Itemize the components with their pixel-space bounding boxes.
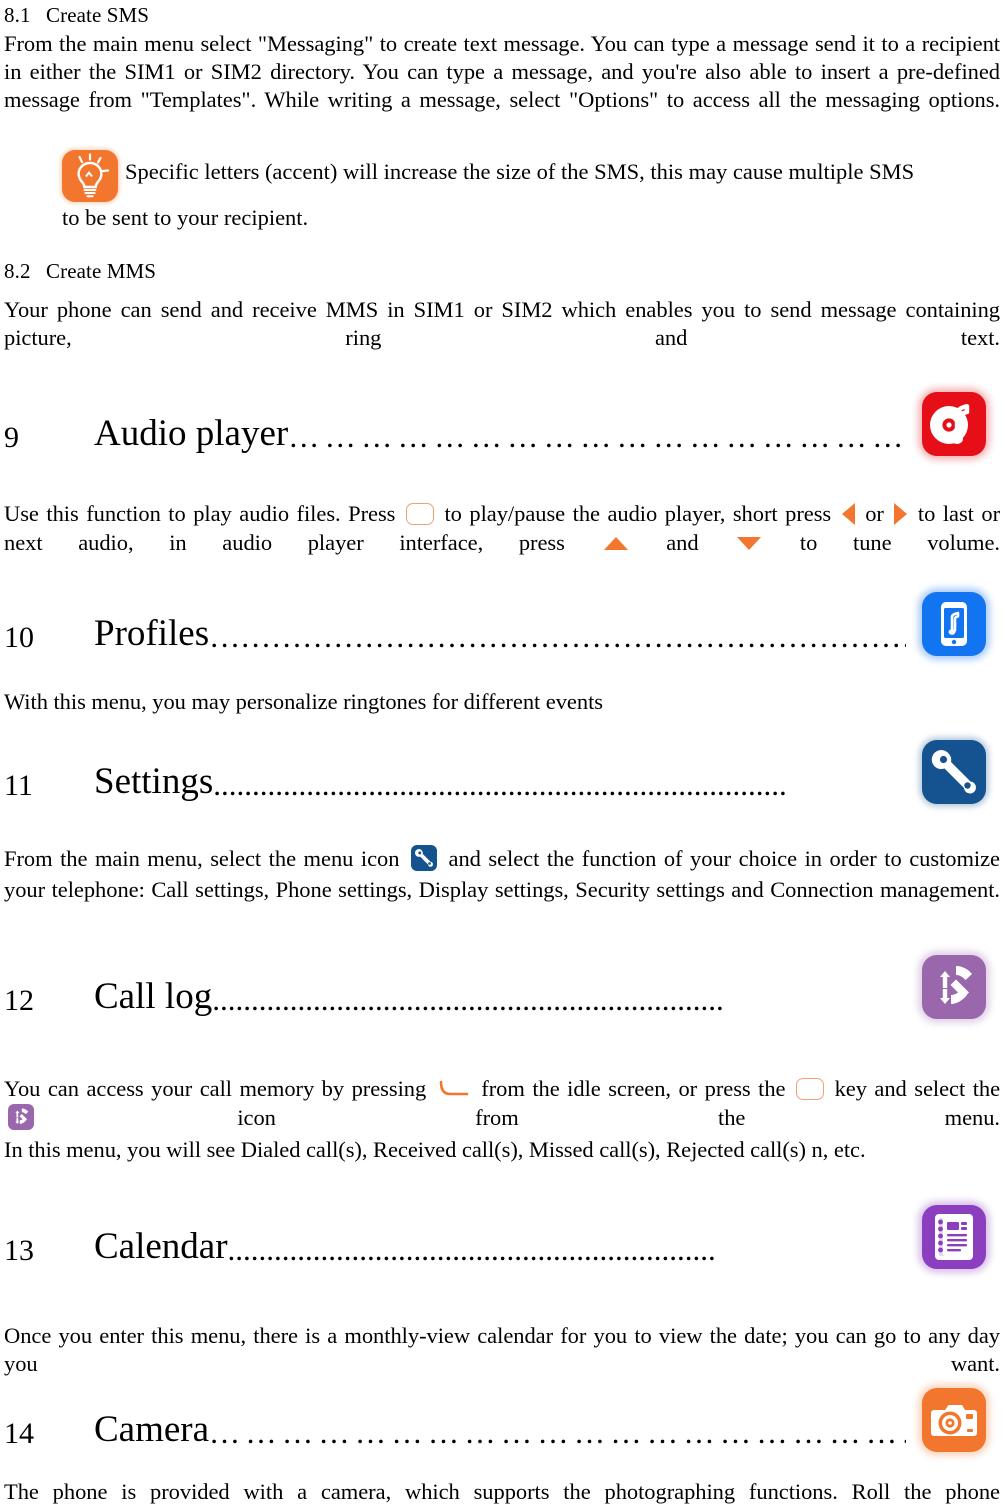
settings-body: From the main menu, select the menu icon… bbox=[0, 845, 1004, 904]
chapter-heading-calendar: 13 Calendar ............................… bbox=[2, 1205, 1002, 1269]
call-log-body-part-3: key and select the bbox=[834, 1076, 1001, 1101]
sms-tip-line-2: to be sent to your recipient. bbox=[62, 205, 309, 230]
heading-8-2-number: 8.2 bbox=[4, 259, 31, 283]
call-log-body-text-2: In this menu, you will see Dialed call(s… bbox=[4, 1137, 866, 1163]
call-log-inline-icon bbox=[8, 1104, 34, 1131]
profiles-body-text: With this menu, you may personalize ring… bbox=[4, 689, 603, 714]
mms-body-paragraph: Your phone can send and receive MMS in S… bbox=[0, 296, 1004, 352]
chapter-9-number: 9 bbox=[4, 421, 19, 454]
sms-body-text: From the main menu select "Messaging" to… bbox=[4, 31, 1000, 112]
down-arrow-glyph bbox=[737, 536, 762, 550]
chapter-9-title: Audio player bbox=[94, 413, 289, 454]
chapter-12-leader: ........................................… bbox=[212, 983, 724, 1017]
audio-body-part-3: or bbox=[865, 501, 884, 526]
camera-icon bbox=[922, 1388, 986, 1452]
section-8-1: 8.1 Create SMS bbox=[0, 2, 1004, 28]
call-log-icon bbox=[922, 955, 986, 1019]
chapter-10-icon-slot bbox=[906, 592, 1002, 656]
call-log-body-part-1: You can access your call memory by press… bbox=[4, 1076, 427, 1101]
settings-wrench-inline-icon bbox=[410, 845, 437, 872]
right-arrow-glyph bbox=[894, 503, 908, 526]
profiles-body: With this menu, you may personalize ring… bbox=[0, 688, 1004, 716]
chapter-13-icon-slot bbox=[906, 1205, 1002, 1269]
ok-key-glyph bbox=[405, 502, 434, 525]
chapter-heading-settings: 11 Settings ............................… bbox=[2, 740, 1002, 804]
chapter-13-calendar: 13 Calendar ............................… bbox=[0, 1205, 1004, 1269]
chapter-11-title: Settings bbox=[94, 761, 214, 802]
manual-page: 8.1 Create SMS From the main menu select … bbox=[0, 0, 1004, 1509]
chapter-12-call-log: 12 Call log ............................… bbox=[0, 955, 1004, 1019]
chapter-14-number: 14 bbox=[4, 1417, 34, 1450]
calendar-body: Once you enter this menu, there is a mon… bbox=[0, 1322, 1004, 1378]
up-arrow-glyph bbox=[603, 536, 628, 550]
chapter-14-icon-slot bbox=[906, 1388, 1002, 1452]
camera-body-text: The phone is provided with a camera, whi… bbox=[4, 1479, 1000, 1504]
calendar-notepad-icon bbox=[922, 1205, 986, 1269]
chapter-heading-camera: 14 Camera ………………………………………………….. bbox=[2, 1388, 1002, 1452]
chapter-12-number: 12 bbox=[4, 984, 34, 1017]
chapter-10-number: 10 bbox=[4, 621, 34, 654]
chapter-10-title: Profiles bbox=[94, 613, 210, 654]
audio-body-part-1: Use this function to play audio files. P… bbox=[4, 501, 396, 526]
heading-8-1-title: Create SMS bbox=[46, 3, 150, 27]
camera-body: The phone is provided with a camera, whi… bbox=[0, 1478, 1004, 1506]
chapter-10-leader: …………………………………………………………………………………... bbox=[209, 620, 906, 654]
chapter-11-settings: 11 Settings ............................… bbox=[0, 740, 1004, 804]
settings-body-text: From the main menu, select the menu icon… bbox=[4, 845, 1000, 904]
calendar-body-text: Once you enter this menu, there is a mon… bbox=[4, 1323, 1000, 1376]
chapter-13-title: Calendar bbox=[94, 1226, 228, 1267]
call-log-body: You can access your call memory by press… bbox=[0, 1075, 1004, 1164]
chapter-14-title: Camera bbox=[94, 1409, 210, 1450]
sms-tip-block: Specific letters (accent) will increase … bbox=[0, 148, 1004, 232]
chapter-11-icon-slot bbox=[906, 740, 1002, 804]
chapter-heading-profiles: 10 Profiles …………………………………………………………………………… bbox=[2, 592, 1002, 656]
audio-player-body: Use this function to play audio files. P… bbox=[0, 500, 1004, 557]
chapter-12-icon-slot bbox=[906, 955, 1002, 1019]
chapter-14-leader: ………………………………………………….. bbox=[209, 1416, 906, 1450]
audio-player-body-text: Use this function to play audio files. P… bbox=[4, 500, 1000, 557]
send-call-key-glyph bbox=[438, 1080, 470, 1098]
chapter-13-leader: ........................................… bbox=[227, 1233, 716, 1267]
call-log-body-part-2: from the idle screen, or press the bbox=[481, 1076, 786, 1101]
section-8-2: 8.2 Create MMS bbox=[0, 258, 1004, 284]
audio-body-part-6: to tune volume. bbox=[799, 529, 1000, 555]
chapter-10-profiles: 10 Profiles …………………………………………………………………………… bbox=[0, 592, 1004, 656]
chapter-14-camera: 14 Camera ………………………………………………….. bbox=[0, 1388, 1004, 1452]
chapter-13-number: 13 bbox=[4, 1234, 34, 1267]
settings-wrench-icon bbox=[922, 740, 986, 804]
chapter-11-leader: ........................................… bbox=[213, 768, 787, 802]
audio-body-part-5: and bbox=[666, 529, 699, 555]
profiles-icon bbox=[922, 592, 986, 656]
heading-8-1-number: 8.1 bbox=[4, 3, 31, 27]
heading-8-2: 8.2 Create MMS bbox=[4, 258, 1000, 284]
left-arrow-glyph bbox=[841, 503, 855, 526]
chapter-9-audio-player: 9 Audio player …………………………………………… bbox=[0, 392, 1004, 456]
heading-8-1: 8.1 Create SMS bbox=[4, 2, 1000, 28]
sms-tip-text-wrap: Specific letters (accent) will increase … bbox=[0, 158, 1004, 232]
sms-body-paragraph: From the main menu select "Messaging" to… bbox=[0, 30, 1004, 114]
chapter-12-title: Call log bbox=[94, 976, 213, 1017]
audio-player-icon bbox=[922, 392, 986, 456]
mms-body-text: Your phone can send and receive MMS in S… bbox=[4, 297, 1000, 350]
chapter-9-icon-slot bbox=[906, 392, 1002, 456]
chapter-9-leader: …………………………………………… bbox=[288, 420, 906, 454]
heading-8-2-title: Create MMS bbox=[46, 259, 157, 283]
sms-tip-line-1: Specific letters (accent) will increase … bbox=[125, 159, 915, 184]
call-log-body-text-1: You can access your call memory by press… bbox=[4, 1075, 1000, 1135]
chapter-heading-audio-player: 9 Audio player …………………………………………… bbox=[2, 392, 1002, 456]
settings-body-part-1: From the main menu, select the menu icon bbox=[4, 846, 400, 871]
ok-key-glyph bbox=[796, 1077, 825, 1100]
audio-body-part-2: to play/pause the audio player, short pr… bbox=[444, 501, 832, 526]
chapter-heading-call-log: 12 Call log ............................… bbox=[2, 955, 1002, 1019]
chapter-11-number: 11 bbox=[4, 769, 33, 802]
call-log-body-part-4: icon from the menu. bbox=[237, 1104, 1000, 1130]
